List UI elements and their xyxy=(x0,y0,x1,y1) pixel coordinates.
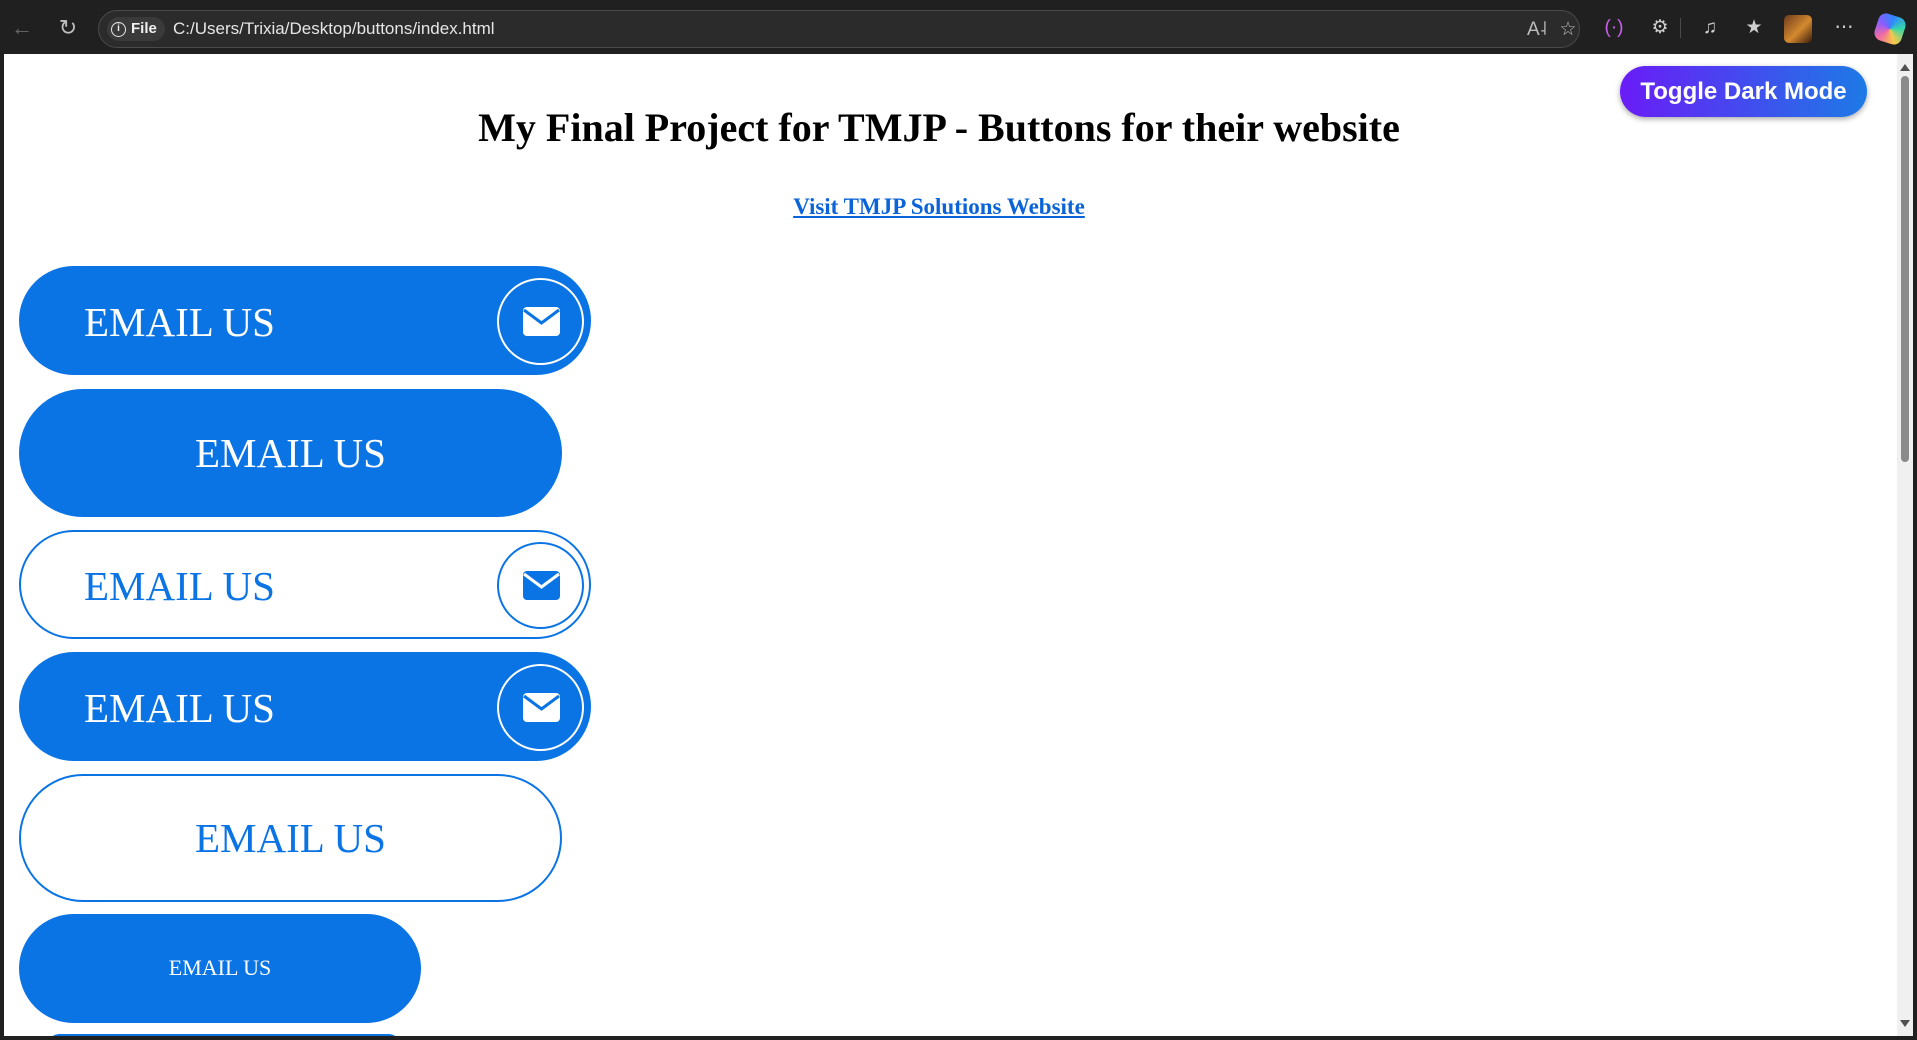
address-bar[interactable]: i File C:/Users/Trixia/Desktop/buttons/i… xyxy=(98,10,1580,48)
copilot-icon[interactable] xyxy=(1872,11,1908,47)
scroll-down-icon[interactable] xyxy=(1900,1020,1910,1027)
back-arrow-icon[interactable]: ← xyxy=(8,14,36,42)
email-us-button[interactable]: EMAIL US xyxy=(19,652,591,761)
profile-avatar[interactable] xyxy=(1784,15,1812,43)
site-info-button[interactable]: i File xyxy=(107,17,165,41)
reload-icon[interactable]: ↻ xyxy=(54,14,82,42)
favorite-star-icon[interactable]: ☆ xyxy=(1555,17,1581,43)
email-us-button[interactable]: EMAIL US xyxy=(19,774,562,902)
envelope-icon xyxy=(497,664,584,751)
envelope-icon xyxy=(497,278,584,365)
email-us-button[interactable]: EMAIL US xyxy=(19,389,562,517)
email-us-label: EMAIL US xyxy=(195,430,386,476)
info-icon: i xyxy=(111,21,126,37)
email-us-label: EMAIL US xyxy=(84,685,275,731)
url-text[interactable]: C:/Users/Trixia/Desktop/buttons/index.ht… xyxy=(173,19,495,39)
email-us-label: EMAIL US xyxy=(195,815,386,861)
envelope-icon xyxy=(497,542,584,629)
email-us-label: EMAIL US xyxy=(84,563,275,609)
favorites-icon[interactable]: ★ xyxy=(1740,14,1768,42)
visit-website-link[interactable]: Visit TMJP Solutions Website xyxy=(793,194,1085,219)
browser-essentials-icon[interactable]: (·) xyxy=(1600,14,1628,42)
email-us-button[interactable]: EMAIL US xyxy=(19,530,591,639)
page-title: My Final Project for TMJP - Buttons for … xyxy=(478,105,1400,150)
media-control-icon[interactable]: ♫ xyxy=(1696,14,1724,42)
scroll-thumb[interactable] xyxy=(1901,76,1909,462)
email-us-button[interactable]: EMAIL US xyxy=(19,266,591,375)
next-button-partial[interactable] xyxy=(49,1034,399,1036)
page-viewport: Toggle Dark Mode My Final Project for TM… xyxy=(4,54,1897,1036)
browser-toolbar: ← ↻ i File C:/Users/Trixia/Desktop/butto… xyxy=(0,0,1917,54)
site-info-label: File xyxy=(131,20,157,37)
toolbar-divider xyxy=(1680,18,1681,38)
read-aloud-icon[interactable]: A˨ xyxy=(1524,17,1550,43)
site-link-container: Visit TMJP Solutions Website xyxy=(4,194,1874,220)
more-options-icon[interactable]: ⋯ xyxy=(1830,14,1858,42)
email-us-button-small[interactable]: EMAIL US xyxy=(19,914,421,1023)
page-scrollbar[interactable] xyxy=(1897,54,1913,1036)
extensions-icon[interactable]: ⚙ xyxy=(1646,14,1674,42)
email-us-label: EMAIL US xyxy=(84,299,275,345)
scroll-up-icon[interactable] xyxy=(1900,64,1910,71)
email-us-label: EMAIL US xyxy=(168,955,272,980)
